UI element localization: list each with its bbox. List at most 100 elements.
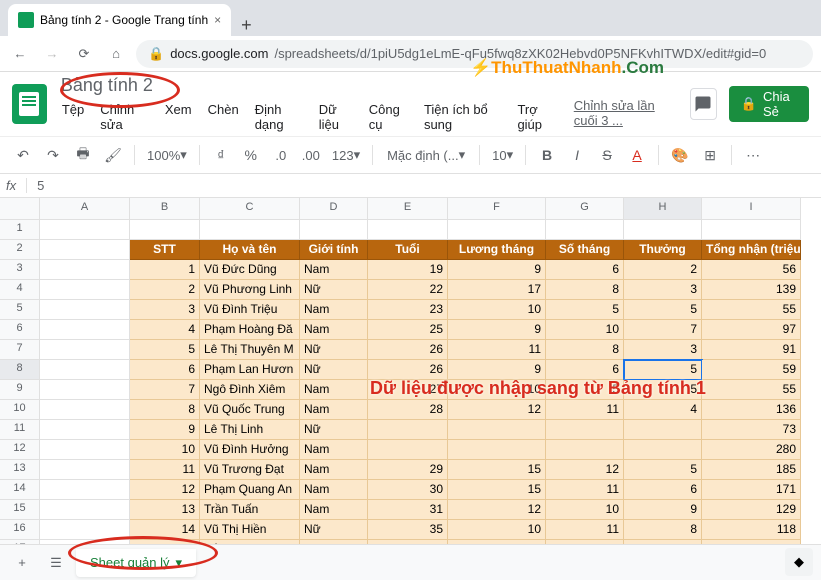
cell[interactable] [40, 400, 130, 420]
cell[interactable]: 97 [702, 320, 801, 340]
cell[interactable]: Vũ Đình Hưởng [200, 440, 300, 460]
cell[interactable]: 185 [702, 460, 801, 480]
cell[interactable] [448, 220, 546, 240]
row-header[interactable]: 5 [0, 300, 40, 320]
row-header[interactable]: 6 [0, 320, 40, 340]
menu-file[interactable]: Tệp [55, 98, 91, 136]
cell[interactable] [624, 440, 702, 460]
cell[interactable]: 5 [546, 380, 624, 400]
cell[interactable] [448, 420, 546, 440]
last-edit-link[interactable]: Chỉnh sửa lần cuối 3 ... [574, 98, 682, 136]
add-sheet-button[interactable]: + [8, 549, 36, 577]
row-header[interactable]: 8 [0, 360, 40, 380]
number-format-dropdown[interactable]: 123 ▾ [328, 142, 364, 168]
cell[interactable]: 118 [702, 520, 801, 540]
cell[interactable]: 3 [624, 280, 702, 300]
cell[interactable]: 9 [448, 260, 546, 280]
cell[interactable]: 10 [546, 320, 624, 340]
cell[interactable]: 15 [448, 460, 546, 480]
menu-edit[interactable]: Chỉnh sửa [93, 98, 156, 136]
cell[interactable]: Nam [300, 320, 368, 340]
cell[interactable]: 13 [130, 500, 200, 520]
cell[interactable]: Nam [300, 400, 368, 420]
font-size-dropdown[interactable]: 10 ▾ [488, 142, 517, 168]
cell[interactable]: 22 [368, 280, 448, 300]
cell[interactable] [130, 220, 200, 240]
cell[interactable]: Nữ [300, 520, 368, 540]
fill-color-button[interactable]: 🎨 [667, 142, 693, 168]
currency-button[interactable]: ₫ [208, 142, 234, 168]
column-header[interactable]: A [40, 198, 130, 220]
formula-input[interactable]: 5 [37, 178, 44, 193]
cell[interactable]: 5 [624, 460, 702, 480]
menu-insert[interactable]: Chèn [201, 98, 246, 136]
cell[interactable]: 2 [624, 260, 702, 280]
cell[interactable]: 56 [702, 260, 801, 280]
cell[interactable]: Vũ Trương Đạt [200, 460, 300, 480]
cell[interactable]: Nữ [300, 420, 368, 440]
cell[interactable]: Vũ Thị Hiền [200, 520, 300, 540]
cell[interactable]: 19 [368, 260, 448, 280]
cell[interactable]: 12 [130, 480, 200, 500]
cell[interactable]: Nam [300, 500, 368, 520]
cell[interactable] [546, 420, 624, 440]
zoom-dropdown[interactable]: 100% ▾ [143, 142, 191, 168]
cell[interactable]: Phạm Lan Hươn [200, 360, 300, 380]
column-header[interactable]: F [448, 198, 546, 220]
cell[interactable]: 8 [546, 340, 624, 360]
menu-help[interactable]: Trợ giúp [510, 98, 563, 136]
column-header[interactable]: B [130, 198, 200, 220]
cell[interactable] [40, 380, 130, 400]
cell[interactable]: Phạm Hoàng Đă [200, 320, 300, 340]
home-button[interactable]: ⌂ [104, 42, 128, 66]
cell[interactable]: Nam [300, 460, 368, 480]
row-header[interactable]: 13 [0, 460, 40, 480]
cell[interactable] [40, 260, 130, 280]
cell[interactable]: 171 [702, 480, 801, 500]
cell[interactable]: 10 [546, 500, 624, 520]
cell[interactable]: 9 [624, 500, 702, 520]
cell[interactable] [40, 240, 130, 260]
cell[interactable] [40, 300, 130, 320]
cell[interactable] [40, 480, 130, 500]
cell[interactable]: 59 [702, 360, 801, 380]
cell[interactable]: 10 [448, 520, 546, 540]
increase-decimal-button[interactable]: .00 [298, 142, 324, 168]
cell[interactable]: 17 [448, 280, 546, 300]
back-button[interactable]: ← [8, 42, 32, 66]
cell[interactable]: Nam [300, 480, 368, 500]
font-dropdown[interactable]: Mặc định (... ▾ [381, 142, 471, 168]
cell[interactable]: 9 [130, 420, 200, 440]
decrease-decimal-button[interactable]: .0 [268, 142, 294, 168]
cell[interactable]: 9 [448, 360, 546, 380]
cell[interactable]: 14 [130, 520, 200, 540]
column-header[interactable]: G [546, 198, 624, 220]
cell[interactable]: 5 [624, 380, 702, 400]
cell[interactable]: 11 [546, 480, 624, 500]
cell[interactable]: 8 [624, 520, 702, 540]
cell[interactable]: Vũ Đình Triệu [200, 300, 300, 320]
forward-button[interactable]: → [40, 42, 64, 66]
cell[interactable] [40, 340, 130, 360]
cell[interactable]: 136 [702, 400, 801, 420]
menu-format[interactable]: Định dạng [248, 98, 310, 136]
cell[interactable]: Tuổi [368, 240, 448, 260]
cell[interactable] [40, 500, 130, 520]
cell[interactable] [624, 420, 702, 440]
column-header[interactable]: H [624, 198, 702, 220]
sheets-logo-icon[interactable] [12, 84, 47, 124]
sheet-tab-menu-icon[interactable]: ▾ [176, 555, 183, 571]
strikethrough-button[interactable]: S [594, 142, 620, 168]
cell[interactable]: 11 [546, 520, 624, 540]
paint-format-button[interactable]: 🖌 [100, 142, 126, 168]
cell[interactable]: 6 [546, 360, 624, 380]
row-header[interactable]: 4 [0, 280, 40, 300]
cell[interactable] [40, 460, 130, 480]
cell[interactable]: 7 [130, 380, 200, 400]
cell[interactable]: 55 [702, 380, 801, 400]
cell[interactable]: 10 [448, 380, 546, 400]
column-header[interactable]: C [200, 198, 300, 220]
cell[interactable]: Nam [300, 440, 368, 460]
cell[interactable]: 7 [624, 320, 702, 340]
cell[interactable]: 6 [624, 480, 702, 500]
